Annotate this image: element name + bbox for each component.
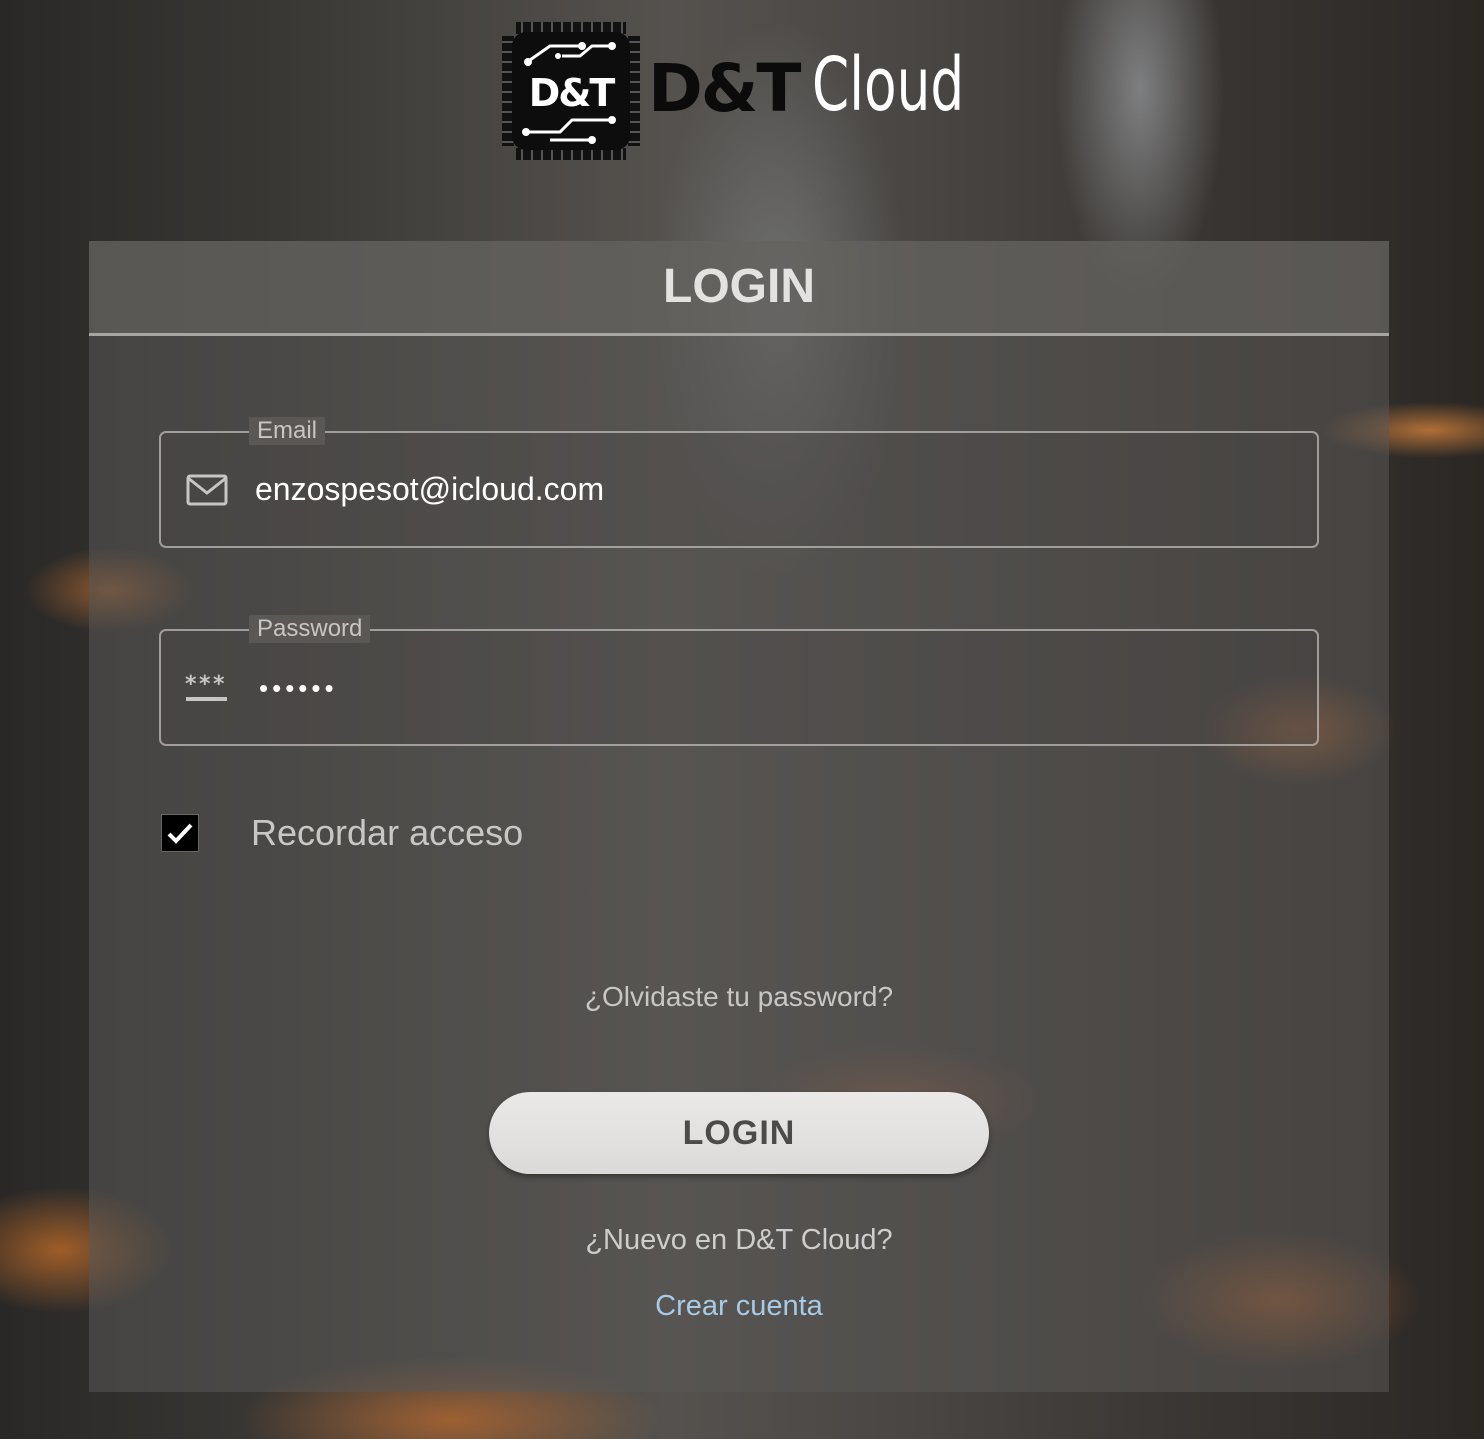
email-field[interactable]: Email enzospesot@icloud.com (159, 417, 1319, 548)
svg-text:*: * (185, 672, 197, 697)
remember-checkbox[interactable] (161, 814, 199, 852)
forgot-password-link[interactable]: ¿Olvidaste tu password? (89, 981, 1389, 1013)
email-value: enzospesot@icloud.com (255, 471, 605, 507)
chip-logo-icon: D&T (502, 22, 640, 160)
login-card: LOGIN Email enzospesot@icloud.com Passwo… (89, 241, 1389, 1392)
remember-checkbox-row[interactable]: Recordar acceso (161, 812, 601, 854)
password-value: •••••• (259, 673, 338, 703)
signup-prompt: ¿Nuevo en D&T Cloud? (585, 1224, 893, 1256)
svg-text:*: * (213, 672, 225, 697)
remember-label: Recordar acceso (251, 812, 524, 853)
password-icon: * * * (185, 672, 227, 701)
email-label: Email (249, 417, 326, 445)
password-field[interactable]: Password * * * •••••• (159, 615, 1319, 746)
page-title: LOGIN (663, 260, 815, 313)
brand-name-bold: D&T (648, 50, 801, 127)
svg-text:*: * (199, 672, 211, 697)
brand-name-light: Cloud (812, 42, 965, 128)
login-button[interactable]: LOGIN (489, 1092, 989, 1174)
mail-icon (186, 474, 228, 506)
checkmark-icon (167, 823, 193, 844)
card-header: LOGIN (89, 241, 1389, 336)
svg-text:D&T: D&T (529, 71, 616, 115)
password-label: Password (249, 615, 371, 643)
create-account-link[interactable]: Crear cuenta (89, 1289, 1389, 1323)
brand-logo: D&T D&T Cloud (500, 20, 970, 165)
